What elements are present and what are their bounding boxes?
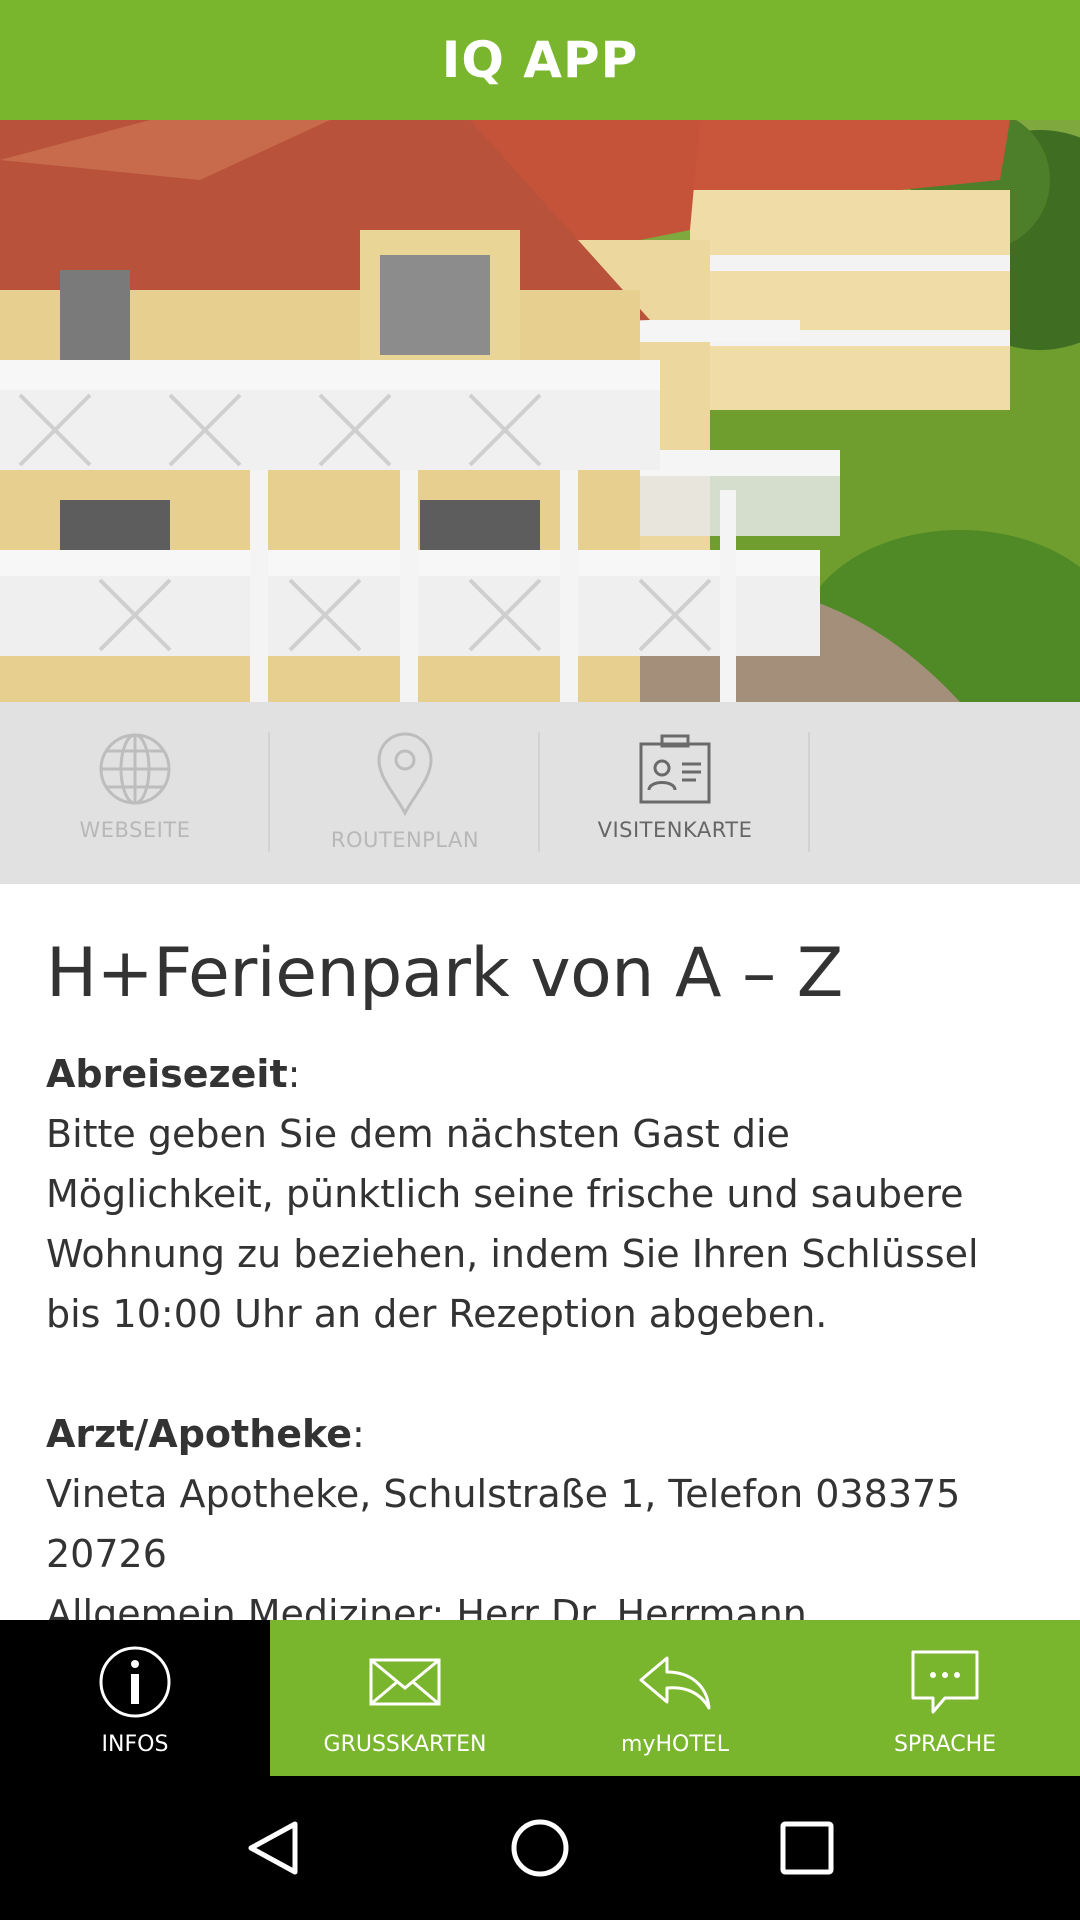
chat-bubble-icon: [911, 1650, 979, 1714]
back-triangle-icon: [248, 1821, 298, 1875]
tab-language-label: SPRACHE: [893, 1732, 997, 1757]
envelope-icon: [369, 1658, 441, 1706]
section-text-line: 20726: [46, 1532, 167, 1576]
section-heading: Arzt/Apotheke:: [46, 1412, 365, 1456]
recents-button[interactable]: [767, 1808, 847, 1888]
website-label: WEBSEITE: [79, 818, 191, 842]
tab-language[interactable]: SPRACHE: [810, 1620, 1080, 1776]
section-text-line: Allgemein Mediziner: Herr Dr. Herrmann: [46, 1592, 807, 1620]
page-title: H+Ferienpark von A – Z: [46, 934, 843, 1013]
action-bar: WEBSEITE ROUTENPLAN VISITENKARTE: [0, 702, 1080, 884]
business-card-action[interactable]: VISITENKARTE: [540, 702, 810, 884]
hero-image: [0, 120, 1080, 702]
tab-infos-label: INFOS: [101, 1732, 169, 1757]
section-heading: Abreisezeit:: [46, 1052, 301, 1096]
recents-square-icon: [780, 1821, 834, 1875]
website-action[interactable]: WEBSEITE: [0, 702, 270, 884]
back-button[interactable]: [233, 1808, 313, 1888]
tab-greeting-cards[interactable]: GRUSSKARTEN: [270, 1620, 540, 1776]
reply-arrow-icon: [639, 1656, 711, 1710]
tab-my-hotel-label: myHOTEL: [621, 1732, 729, 1757]
map-pin-icon: [377, 732, 433, 816]
section-text-line: Möglichkeit, pünktlich seine frische und…: [46, 1172, 964, 1216]
tab-my-hotel[interactable]: myHOTEL: [540, 1620, 810, 1776]
system-navigation-bar: [0, 1776, 1080, 1920]
tab-infos[interactable]: INFOS: [0, 1620, 270, 1776]
info-content: H+Ferienpark von A – Z Abreisezeit: Bitt…: [0, 884, 1080, 1620]
section-text-line: Vineta Apotheke, Schulstraße 1, Telefon …: [46, 1472, 961, 1516]
action-placeholder: [810, 702, 1080, 884]
globe-icon: [99, 733, 171, 805]
contact-card-icon: [639, 734, 711, 804]
section-text-line: Wohnung zu beziehen, indem Sie Ihren Sch…: [46, 1232, 979, 1276]
business-card-label: VISITENKARTE: [597, 818, 753, 842]
route-planner-action[interactable]: ROUTENPLAN: [270, 702, 540, 884]
home-circle-icon: [511, 1819, 569, 1877]
app-title: IQ APP: [441, 31, 639, 89]
section-text-line: bis 10:00 Uhr an der Rezeption abgeben.: [46, 1292, 828, 1336]
app-header: IQ APP: [0, 0, 1080, 120]
section-text-line: Bitte geben Sie dem nächsten Gast die: [46, 1112, 790, 1156]
info-icon: [99, 1646, 171, 1718]
route-planner-label: ROUTENPLAN: [330, 828, 480, 852]
home-button[interactable]: [500, 1808, 580, 1888]
bottom-navigation: INFOS GRUSSKARTEN myHOTEL SPRACHE: [0, 1620, 1080, 1776]
tab-greeting-cards-label: GRUSSKARTEN: [323, 1732, 487, 1757]
